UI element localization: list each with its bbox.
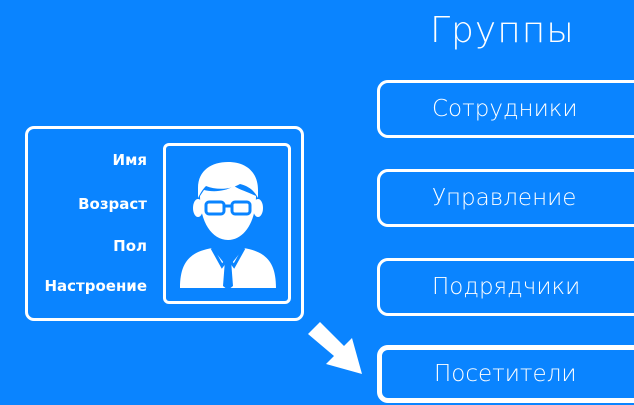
field-age-label: Возраст <box>78 195 147 213</box>
avatar-frame <box>163 143 291 304</box>
group-label: Посетители <box>434 361 577 387</box>
field-mood-label: Настроение <box>44 277 147 295</box>
group-button-employees[interactable]: Сотрудники <box>377 80 634 138</box>
arrow-down-right-icon <box>308 322 362 374</box>
field-gender-label: Пол <box>113 237 147 255</box>
group-label: Сотрудники <box>432 96 578 122</box>
person-with-glasses-icon <box>180 162 276 290</box>
group-button-contractors[interactable]: Подрядчики <box>377 258 634 316</box>
group-label: Подрядчики <box>432 274 581 300</box>
profile-card[interactable]: Имя Возраст Пол Настроение <box>25 126 304 321</box>
group-button-management[interactable]: Управление <box>377 169 634 227</box>
group-label: Управление <box>432 185 577 211</box>
groups-title: Группы <box>430 10 575 51</box>
field-name-label: Имя <box>112 151 147 169</box>
group-button-visitors[interactable]: Посетители <box>377 345 634 403</box>
